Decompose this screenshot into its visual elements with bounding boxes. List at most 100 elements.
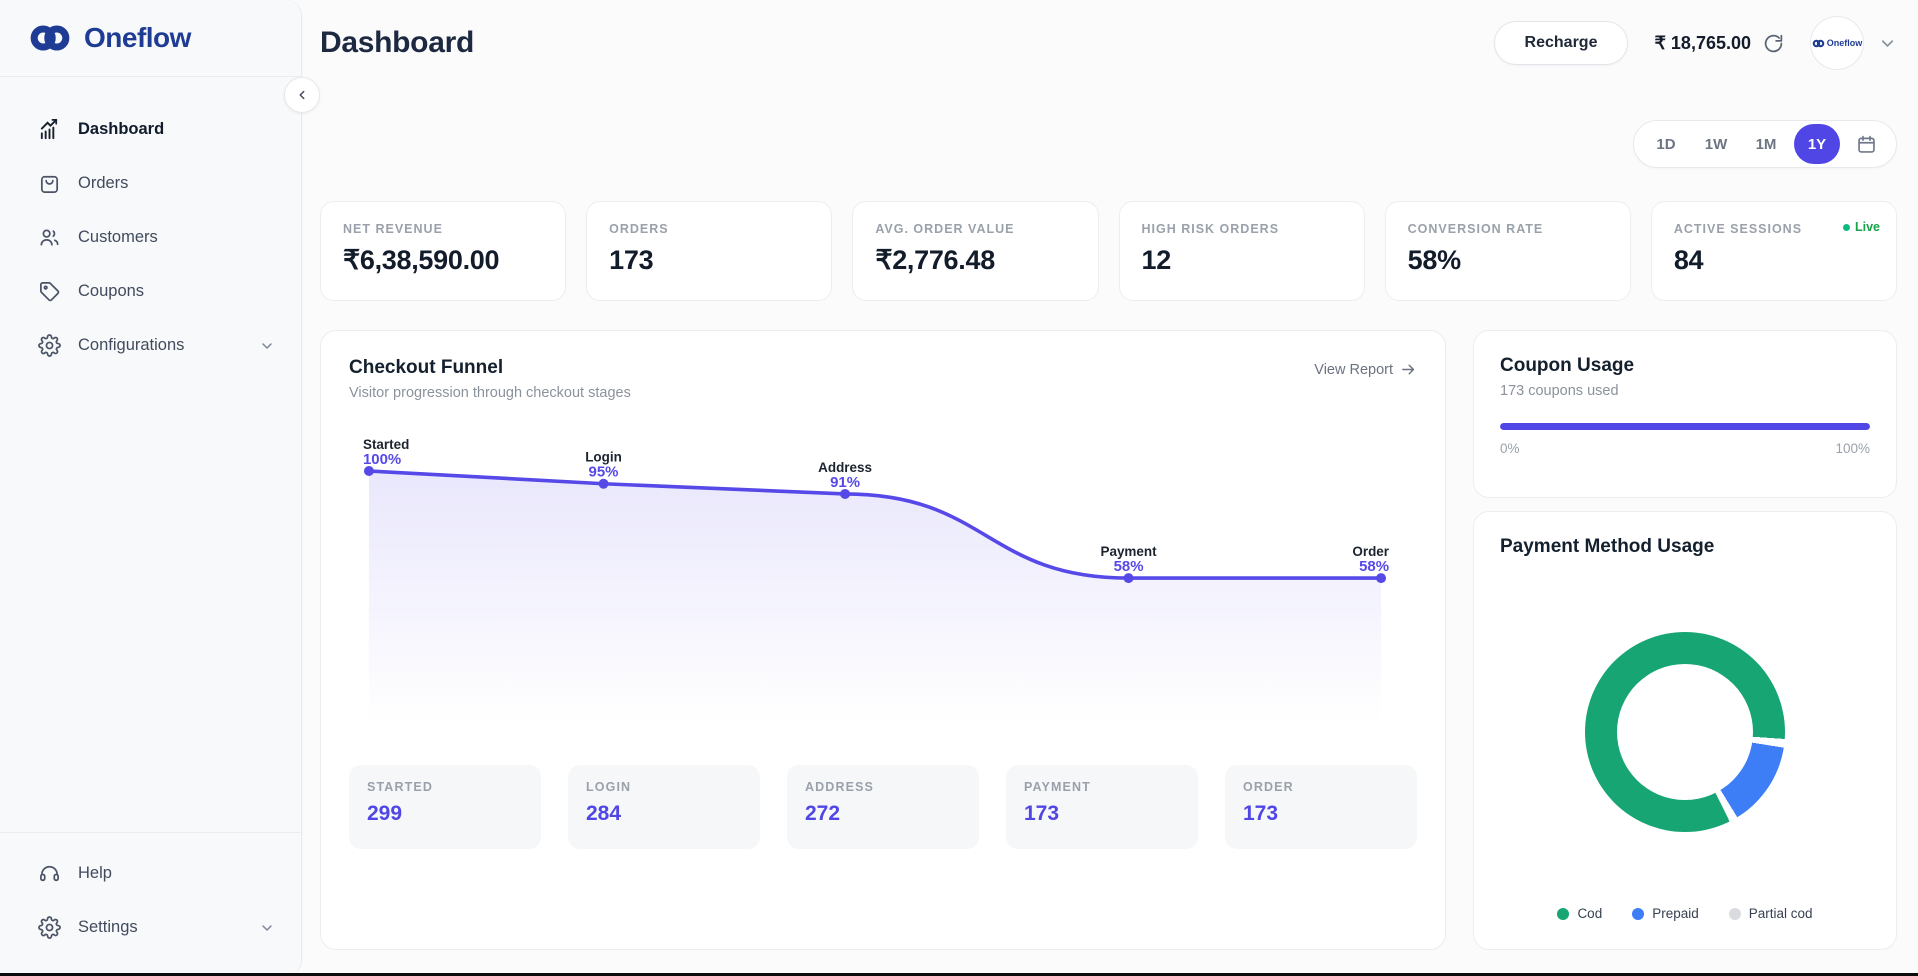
payment-donut-chart [1585,632,1785,832]
stage-value: 299 [367,802,523,826]
arrow-right-icon [1400,361,1417,378]
legend-item-prepaid: Prepaid [1632,906,1699,921]
tag-icon [38,280,61,303]
app-logo[interactable]: Oneflow [0,0,301,77]
sidebar-spacer [0,368,301,832]
sidebar-item-label: Configurations [78,336,184,355]
sidebar-item-label: Coupons [78,282,144,301]
stat-value: 12 [1142,245,1342,276]
stat-card-high-risk-orders: HIGH RISK ORDERS 12 [1119,201,1365,301]
sidebar-item-label: Help [78,864,112,883]
legend-item-cod: Cod [1557,906,1602,921]
chevron-down-icon[interactable] [1878,34,1897,53]
topbar-right: Recharge ₹ 18,765.00 Oneflow [1494,16,1897,70]
stage-card-payment: Payment 173 [1006,765,1198,849]
recharge-button[interactable]: Recharge [1494,21,1629,65]
stage-label: Started [367,780,523,794]
donut-legend: Cod Prepaid Partial cod [1500,906,1870,925]
oneflow-logo-icon [1812,39,1825,48]
content-grid: Checkout Funnel Visitor progression thro… [320,330,1897,950]
refresh-icon[interactable] [1763,33,1784,54]
svg-text:95%: 95% [589,464,619,481]
calendar-icon[interactable] [1846,124,1886,164]
gear-icon [38,916,61,939]
avatar-logo-text: Oneflow [1827,38,1863,48]
svg-text:Order: Order [1352,544,1389,559]
funnel-area-chart: Started100%Login95%Address91%Payment58%O… [349,437,1417,737]
sidebar-item-configurations[interactable]: Configurations [26,323,287,368]
stat-card-orders: ORDERS 173 [586,201,832,301]
sidebar-item-coupons[interactable]: Coupons [26,269,287,314]
sidebar-item-customers[interactable]: Customers [26,215,287,260]
stage-value: 173 [1024,802,1180,826]
range-1m[interactable]: 1M [1744,124,1788,164]
time-range-row: 1D 1W 1M 1Y [320,120,1897,168]
headset-icon [38,862,61,885]
stat-label: CONVERSION RATE [1408,222,1608,236]
coupon-title: Coupon Usage [1500,355,1870,377]
stage-card-order: Order 173 [1225,765,1417,849]
sidebar-item-dashboard[interactable]: Dashboard [26,107,287,152]
stat-card-avg-order-value: AVG. ORDER VALUE ₹2,776.48 [852,201,1098,301]
time-range-selector: 1D 1W 1M 1Y [1633,120,1897,168]
legend-dot-icon [1632,908,1644,920]
svg-text:100%: 100% [363,451,401,468]
range-1w[interactable]: 1W [1694,124,1738,164]
app-logo-text: Oneflow [84,22,191,54]
payment-method-card: Payment Method Usage Cod Prepaid [1473,511,1897,950]
right-column: Coupon Usage 173 coupons used 0% 100% Pa… [1473,330,1897,950]
stat-value: 173 [609,245,809,276]
svg-text:Payment: Payment [1100,544,1157,559]
funnel-card-header: Checkout Funnel Visitor progression thro… [349,357,1417,401]
live-badge: Live [1843,220,1880,234]
svg-text:58%: 58% [1359,558,1389,575]
stat-value: 58% [1408,245,1608,276]
sidebar-item-label: Dashboard [78,120,164,139]
view-report-link[interactable]: View Report [1314,361,1417,378]
sidebar-item-settings[interactable]: Settings [26,905,287,950]
stat-card-active-sessions: ACTIVE SESSIONS 84 Live [1651,201,1897,301]
sidebar-item-orders[interactable]: Orders [26,161,287,206]
sidebar-footer: Help Settings [0,832,301,976]
chevron-down-icon [259,338,275,354]
stage-label: Address [805,780,961,794]
funnel-subtitle: Visitor progression through checkout sta… [349,385,631,401]
stat-card-conversion-rate: CONVERSION RATE 58% [1385,201,1631,301]
sidebar-collapse-button[interactable] [284,77,320,113]
sidebar-nav: Dashboard Orders Customers [0,77,301,368]
stat-card-net-revenue: NET REVENUE ₹6,38,590.00 [320,201,566,301]
checkout-funnel-card: Checkout Funnel Visitor progression thro… [320,330,1446,950]
sidebar: Oneflow Dashboard Orders [0,0,302,976]
stage-value: 284 [586,802,742,826]
users-icon [38,226,61,249]
stat-label: NET REVENUE [343,222,543,236]
stat-label: HIGH RISK ORDERS [1142,222,1342,236]
live-dot-icon [1843,224,1850,231]
stat-label: ORDERS [609,222,809,236]
stage-label: Login [586,780,742,794]
bar-chart-icon [38,118,61,141]
stat-value: ₹6,38,590.00 [343,245,543,276]
svg-text:91%: 91% [830,474,860,491]
coupon-progress-labels: 0% 100% [1500,441,1870,456]
svg-text:58%: 58% [1114,558,1144,575]
avatar[interactable]: Oneflow [1810,16,1864,70]
coupon-progress-fill [1500,423,1870,430]
range-1d[interactable]: 1D [1644,124,1688,164]
stage-label: Order [1243,780,1399,794]
live-badge-label: Live [1855,220,1880,234]
chevron-left-icon [295,88,309,102]
donut-hole [1617,664,1753,800]
stage-card-login: Login 284 [568,765,760,849]
progress-min-label: 0% [1500,441,1520,456]
funnel-title: Checkout Funnel [349,357,631,379]
main-content: Dashboard Recharge ₹ 18,765.00 Oneflow [302,0,1918,976]
wallet-balance-value: ₹ 18,765.00 [1654,33,1751,54]
sidebar-item-help[interactable]: Help [26,851,287,896]
legend-dot-icon [1557,908,1569,920]
gear-icon [38,334,61,357]
stat-label: AVG. ORDER VALUE [875,222,1075,236]
range-1y[interactable]: 1Y [1794,124,1840,164]
stat-value: ₹2,776.48 [875,245,1075,276]
oneflow-logo-icon [28,23,72,53]
